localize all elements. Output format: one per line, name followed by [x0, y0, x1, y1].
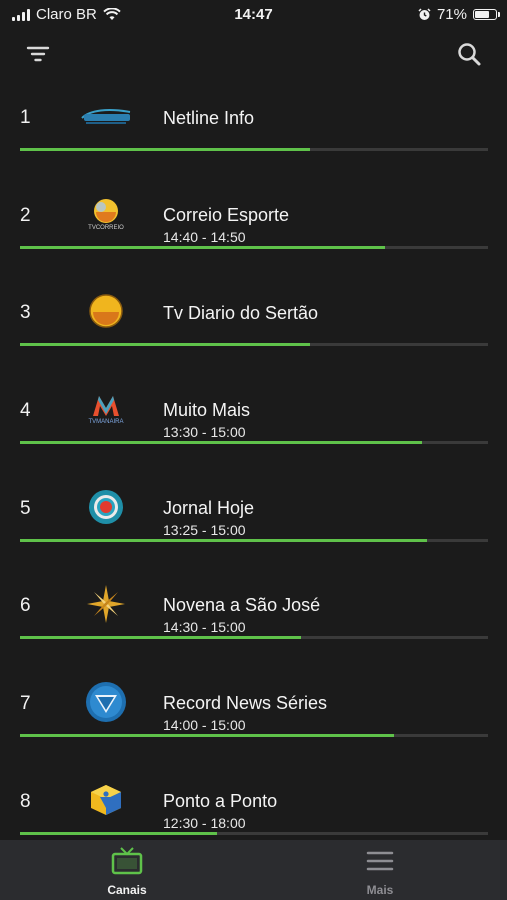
battery-icon [473, 9, 500, 20]
progress-bar [20, 148, 488, 151]
battery-percent: 71% [436, 6, 467, 23]
channel-title: Novena a São José [163, 595, 321, 616]
progress-bar [20, 636, 488, 640]
logo-caption: TVMANAIRA [88, 418, 124, 425]
channel-time: 14:30 - 15:00 [163, 619, 246, 636]
channel-row[interactable]: 4 TVMANAIRA Muito Mais 13:30 - 15:00 [0, 363, 507, 461]
filter-button[interactable] [22, 38, 54, 70]
channel-time: 14:40 - 14:50 [163, 228, 246, 245]
tv-icon [111, 847, 143, 875]
tab-mais[interactable]: Mais [320, 846, 440, 897]
tab-canais[interactable]: Canais [67, 846, 187, 897]
channel-title: Tv Diario do Sertão [163, 303, 319, 324]
channel-time: 12:30 - 18:00 [163, 814, 246, 831]
star-logo [78, 582, 134, 626]
channel-title: Record News Séries [163, 693, 328, 714]
channel-number: 8 [20, 790, 31, 812]
channel-number: 4 [20, 400, 31, 422]
channel-number: 3 [20, 302, 31, 324]
channel-row[interactable]: 5 Jornal Hoje 13:25 - 15:00 [0, 461, 507, 559]
search-icon [458, 43, 481, 66]
channel-number: 7 [20, 693, 31, 715]
channel-row[interactable]: 8 Ponto a Ponto 12:30 - 18:00 [0, 754, 507, 840]
progress-bar [20, 734, 488, 738]
channel-number: 1 [20, 107, 31, 128]
menu-icon [366, 851, 394, 871]
channel-row[interactable]: 3 Tv Diario do Sertão [0, 265, 507, 363]
globo-logo [78, 485, 134, 529]
channel-time: 14:00 - 15:00 [163, 717, 246, 734]
progress-bar [20, 441, 488, 445]
logo-caption: TVCORREIO [88, 224, 124, 231]
channel-number: 6 [20, 595, 31, 617]
tab-label: Mais [366, 883, 394, 897]
channel-row[interactable]: 1 Netline Info [0, 70, 507, 168]
channel-row[interactable]: 2 TVCORREIO Correio Esporte 14:40 - 14:5… [0, 168, 507, 266]
progress-bar [20, 831, 488, 835]
netline-logo [78, 94, 134, 138]
channel-title: Correio Esporte [163, 204, 290, 225]
channel-row[interactable]: 7 Record News Séries 14:00 - 15:00 [0, 656, 507, 754]
channel-time: 13:25 - 15:00 [163, 521, 246, 538]
channel-title: Jornal Hoje [163, 497, 255, 518]
tab-label: Canais [107, 883, 147, 897]
carrier-label: Claro BR [36, 6, 97, 23]
tv-diario-logo [78, 289, 134, 333]
channel-title: Ponto a Ponto [163, 790, 278, 811]
channel-number: 2 [20, 204, 31, 226]
channel-row[interactable]: 6 Novena a São José 14:30 - 15:00 [0, 558, 507, 656]
filter-icon [26, 46, 50, 62]
channel-list: 1 Netline Info 2 TVCORREIO Correio Espor… [0, 70, 507, 840]
tab-bar: Canais Mais [0, 840, 507, 900]
wifi-icon [103, 8, 121, 20]
record-logo [78, 680, 134, 724]
channel-title: Muito Mais [163, 400, 251, 421]
tv-manaira-logo: TVMANAIRA [78, 387, 134, 431]
signal-icon [12, 8, 30, 21]
tv-correio-logo: TVCORREIO [78, 192, 134, 236]
channel-time: 13:30 - 15:00 [163, 424, 246, 441]
search-button[interactable] [453, 38, 485, 70]
progress-bar [20, 343, 488, 347]
cube-logo [78, 778, 134, 822]
progress-bar [20, 245, 488, 249]
status-bar: 14:47 Claro BR 71% [0, 0, 507, 30]
progress-bar [20, 538, 488, 542]
channel-number: 5 [20, 497, 31, 519]
alarm-icon [418, 8, 431, 20]
channel-title: Netline Info [163, 108, 255, 128]
